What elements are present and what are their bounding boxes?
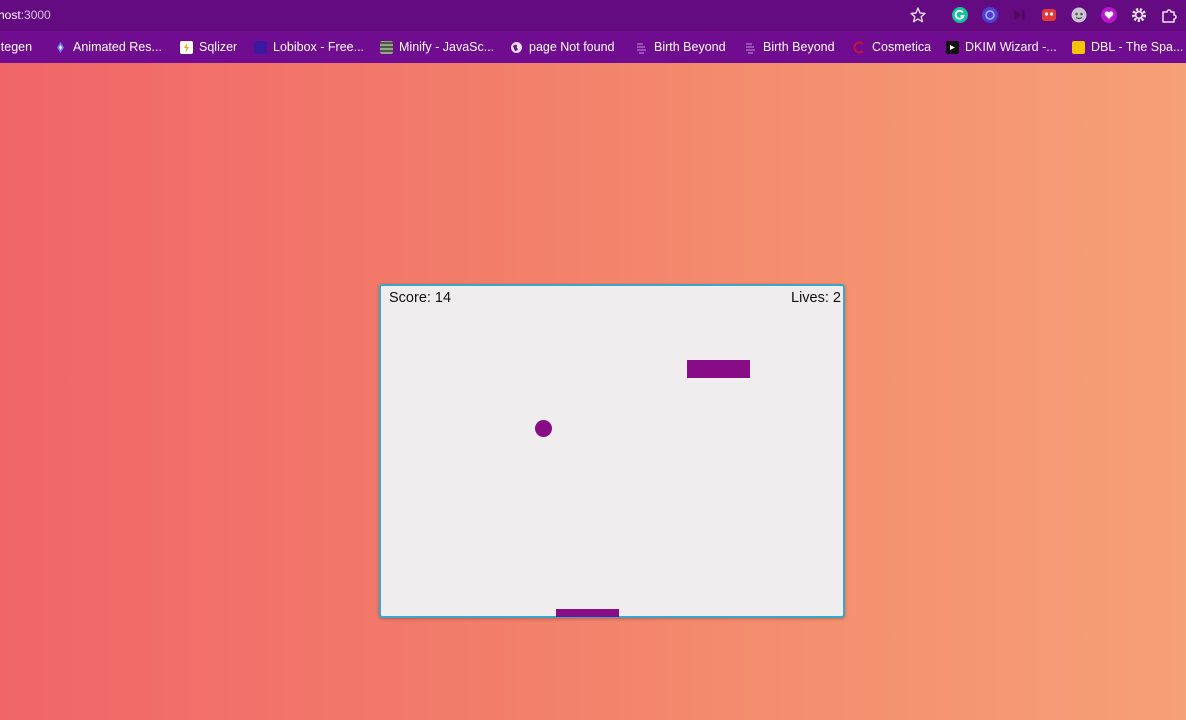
- bookmark-item[interactable]: Birth Beyond: [744, 39, 835, 55]
- red-extension-icon[interactable]: [1040, 6, 1058, 24]
- bookmark-item[interactable]: page Not found: [510, 39, 615, 55]
- puzzle-icon[interactable]: [1160, 6, 1178, 24]
- url-host: host: [0, 8, 21, 22]
- bookmark-label: Sqlizer: [199, 40, 238, 54]
- bookmark-label: page Not found: [529, 40, 615, 54]
- heart-extension-icon[interactable]: [1100, 6, 1118, 24]
- sqlizer-icon: [180, 40, 193, 54]
- birth-beyond-icon: [744, 41, 757, 54]
- dkim-icon: [946, 40, 959, 54]
- dbl-icon: [1072, 40, 1085, 54]
- cosmetica-icon: [853, 41, 866, 54]
- minify-icon: [380, 40, 393, 54]
- face-extension-icon[interactable]: [1070, 6, 1088, 24]
- globe-icon: [510, 41, 523, 54]
- circle-extension-icon[interactable]: [981, 6, 999, 24]
- square-icon: [254, 40, 267, 54]
- url-port: :3000: [20, 8, 51, 22]
- bookmark-item[interactable]: Minify - JavaSc...: [380, 39, 494, 55]
- bookmark-item[interactable]: Sqlizer: [180, 39, 237, 55]
- game-canvas[interactable]: Score: 14 Lives: 2: [379, 284, 845, 618]
- bookmark-label: Lobibox - Free...: [273, 40, 365, 54]
- bookmark-item[interactable]: Animated Res...: [54, 39, 162, 55]
- ball: [535, 420, 552, 437]
- diamond-icon: [54, 41, 67, 54]
- url-text[interactable]: host:3000: [0, 8, 51, 22]
- bookmarks-bar: itegen Animated Res... Sqlizer Lobibox -…: [0, 31, 1186, 63]
- bookmark-label: DKIM Wizard -...: [965, 40, 1057, 54]
- bookmark-label: Birth Beyond: [654, 40, 726, 54]
- bookmark-label: DBL - The Spa...: [1091, 40, 1184, 54]
- bookmark-label: itegen: [0, 40, 33, 54]
- bookmark-item[interactable]: Cosmetica: [853, 39, 931, 55]
- paddle[interactable]: [556, 609, 619, 617]
- bookmark-label: Animated Res...: [73, 40, 162, 54]
- bookmark-label: Birth Beyond: [763, 40, 835, 54]
- bookmark-item[interactable]: DBL - The Spa...: [1072, 39, 1183, 55]
- browser-chrome: host:3000 itegen Animated Res... Sqlizer…: [0, 0, 1186, 63]
- bookmark-item[interactable]: itegen: [0, 39, 32, 55]
- grammarly-icon[interactable]: [951, 6, 969, 24]
- bookmark-star-icon[interactable]: [908, 5, 928, 25]
- brick: [687, 360, 750, 378]
- bookmark-item[interactable]: Birth Beyond: [635, 39, 726, 55]
- bookmark-item[interactable]: Lobibox - Free...: [254, 39, 364, 55]
- dark-extension-icon[interactable]: [1010, 6, 1028, 24]
- lives-display: Lives: 2: [791, 290, 841, 306]
- address-bar[interactable]: host:3000: [0, 0, 1186, 31]
- gear-icon[interactable]: [1130, 6, 1148, 24]
- bookmark-label: Minify - JavaSc...: [399, 40, 495, 54]
- bookmark-label: Cosmetica: [872, 40, 932, 54]
- bookmark-item[interactable]: DKIM Wizard -...: [946, 39, 1057, 55]
- birth-beyond-icon: [635, 41, 648, 54]
- score-display: Score: 14: [389, 290, 452, 306]
